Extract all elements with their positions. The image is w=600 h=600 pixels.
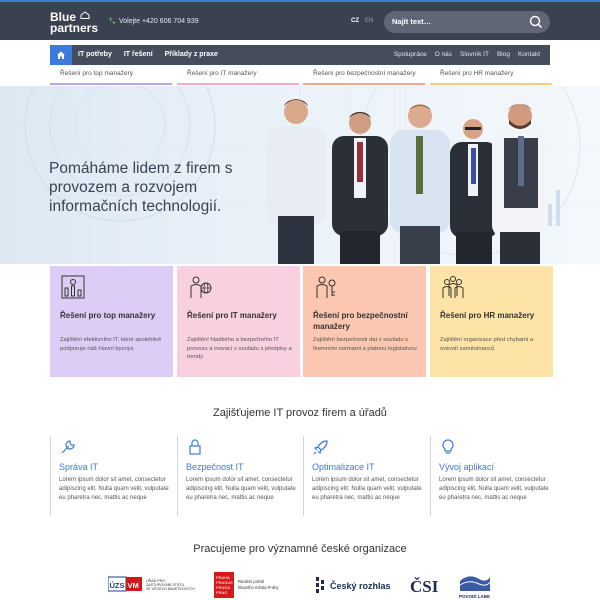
sublink-security-managers[interactable]: Řešení pro bezpečnostní manažery: [303, 70, 425, 85]
team-photo: [266, 99, 548, 264]
nav-priklady[interactable]: Příklady z praxe: [165, 51, 218, 58]
card-desc: Zajištění hladkého a bezpečného IT provo…: [187, 337, 292, 360]
nav-slovnik[interactable]: Slovník IT: [460, 51, 489, 58]
lock-icon: [189, 439, 201, 455]
svg-text:Realitní portál: Realitní portál: [238, 579, 264, 584]
hero-banner: Pomáháme lidem z firem s provozem a rozv…: [0, 86, 600, 264]
lang-en[interactable]: EN: [365, 18, 373, 24]
search-placeholder: Najít text…: [392, 17, 432, 26]
cesky-rozhlas-logo-icon: Český rozhlas: [316, 577, 391, 593]
feature-desc: Lorem ipsum dolor sit amet, consectetur …: [186, 477, 296, 501]
language-switcher: CZ EN: [351, 18, 373, 24]
nav-kontakt[interactable]: Kontakt: [518, 51, 540, 58]
home-icon: [57, 51, 65, 59]
feature-title: Vývoj aplikací: [439, 462, 495, 472]
lang-cz[interactable]: CZ: [351, 18, 359, 24]
card-desc: Zajištění organizace před chybami a svév…: [440, 337, 534, 352]
feature-desc: Lorem ipsum dolor sit amet, consectetur …: [439, 477, 549, 501]
nav-blog[interactable]: Blog: [497, 51, 510, 58]
praha-logo-icon: PRAHA PRAGUE PRAGA PRAG Realitní portál …: [214, 572, 279, 598]
lightbulb-icon: [442, 439, 454, 454]
main-nav: IT potřeby IT řešení Příklady z praxe Sp…: [50, 45, 550, 65]
sublink-hr-managers[interactable]: Řešení pro HR manažery: [430, 70, 552, 85]
person-key-icon: [316, 276, 336, 298]
sublink-it-managers[interactable]: Řešení pro IT manažery: [177, 70, 299, 85]
uzsvm-logo-icon: ÚZS VM ÚŘAD PRO ZASTUPOVÁNÍ STÁTU VE VĚC…: [108, 576, 195, 592]
person-globe-icon: [190, 276, 212, 298]
csi-logo-icon: ČSI: [410, 577, 439, 596]
feature-vyvoj-aplikaci[interactable]: Vývoj aplikací Lorem ipsum dolor sit ame…: [430, 436, 553, 516]
povodi-labe-logo-icon: POVODÍ LABE: [459, 576, 491, 599]
svg-text:VE VĚCECH MAJETKOVÝCH: VE VĚCECH MAJETKOVÝCH: [146, 586, 195, 591]
svg-text:POVODÍ LABE: POVODÍ LABE: [459, 592, 490, 599]
search-input[interactable]: Najít text…: [384, 11, 550, 33]
feature-title: Správa IT: [59, 462, 99, 472]
logo-text-line2: partners: [50, 21, 99, 35]
phone-label: Volejte +420 606 704 939: [119, 17, 199, 25]
feature-title: Optimalizace IT: [312, 462, 375, 472]
logo[interactable]: Blue partners: [50, 11, 102, 36]
svg-text:Český rozhlas: Český rozhlas: [330, 580, 391, 591]
nav-home-button[interactable]: [50, 45, 72, 65]
card-title: Řešení pro HR manažery: [440, 311, 535, 320]
logo-cesky-rozhlas[interactable]: Český rozhlas: [316, 573, 398, 597]
card-title: Řešení pro top manažery: [60, 311, 156, 320]
nav-it-potreby[interactable]: IT potřeby: [78, 51, 112, 58]
search-icon[interactable]: [528, 14, 544, 30]
phone-icon: [109, 17, 116, 24]
feature-title: Bezpečnost IT: [186, 462, 244, 472]
client-logos: ÚZS VM ÚŘAD PRO ZASTUPOVÁNÍ STÁTU VE VĚC…: [0, 570, 600, 600]
card-title: Řešení pro bezpečnostní manažery: [313, 311, 408, 331]
wrench-icon: [61, 440, 75, 454]
feature-bezpecnost-it[interactable]: Bezpečnost IT Lorem ipsum dolor sit amet…: [177, 436, 300, 516]
phone-contact[interactable]: Volejte +420 606 704 939: [108, 17, 199, 25]
card-it-managers[interactable]: Řešení pro IT manažery Zajištění hladkéh…: [177, 266, 300, 377]
card-desc: Zajištění efektivního IT, které spolehli…: [60, 337, 162, 352]
feature-desc: Lorem ipsum dolor sit amet, consectetur …: [312, 477, 422, 501]
svg-text:hlavního města Prahy: hlavního města Prahy: [238, 585, 279, 590]
logo-praha[interactable]: PRAHA PRAGUE PRAGA PRAG Realitní portál …: [214, 572, 304, 598]
card-top-managers[interactable]: Řešení pro top manažery Zajištění efekti…: [50, 266, 173, 377]
nav-o-nas[interactable]: O nás: [435, 51, 452, 58]
hero-title: Pomáháme lidem z firem s provozem a rozv…: [49, 160, 233, 215]
feature-optimalizace-it[interactable]: Optimalizace IT Lorem ipsum dolor sit am…: [303, 436, 426, 516]
card-hr-managers[interactable]: Řešení pro HR manažery Zajištění organiz…: [430, 266, 553, 377]
top-bar: Blue partners Volejte +420 606 704 939 C…: [0, 0, 600, 40]
clients-section-title: Pracujeme pro významné české organizace: [193, 543, 407, 555]
svg-text:ČSI: ČSI: [410, 577, 439, 596]
services-section-title: Zajišťujeme IT provoz firem a úřadů: [213, 407, 387, 419]
nav-spoluprace[interactable]: Spolupráce: [394, 51, 427, 58]
card-security-managers[interactable]: Řešení pro bezpečnostní manažery Zajiště…: [303, 266, 426, 377]
feature-sprava-it[interactable]: Správa IT Lorem ipsum dolor sit amet, co…: [50, 436, 173, 516]
svg-text:PRAG: PRAG: [216, 590, 227, 595]
card-title: Řešení pro IT manažery: [187, 311, 277, 320]
svg-text:VM: VM: [128, 581, 139, 590]
rocket-icon: [313, 440, 328, 455]
logo-csi[interactable]: ČSI: [410, 573, 442, 597]
logo-povodi-labe[interactable]: POVODÍ LABE: [457, 573, 493, 599]
team-icon: [442, 276, 464, 298]
logo-house-icon: [80, 11, 90, 19]
sublink-top-managers[interactable]: Řešení pro top manažery: [50, 70, 172, 85]
svg-text:ÚZS: ÚZS: [110, 581, 125, 590]
nav-it-reseni[interactable]: IT řešení: [124, 51, 153, 58]
org-chart-icon: [61, 275, 85, 299]
card-desc: Zajištění bezpečnosti dat v souladu s fi…: [313, 337, 417, 352]
logo-uzsvm[interactable]: ÚZS VM ÚŘAD PRO ZASTUPOVÁNÍ STÁTU VE VĚC…: [108, 573, 203, 597]
feature-desc: Lorem ipsum dolor sit amet, consectetur …: [59, 477, 169, 501]
